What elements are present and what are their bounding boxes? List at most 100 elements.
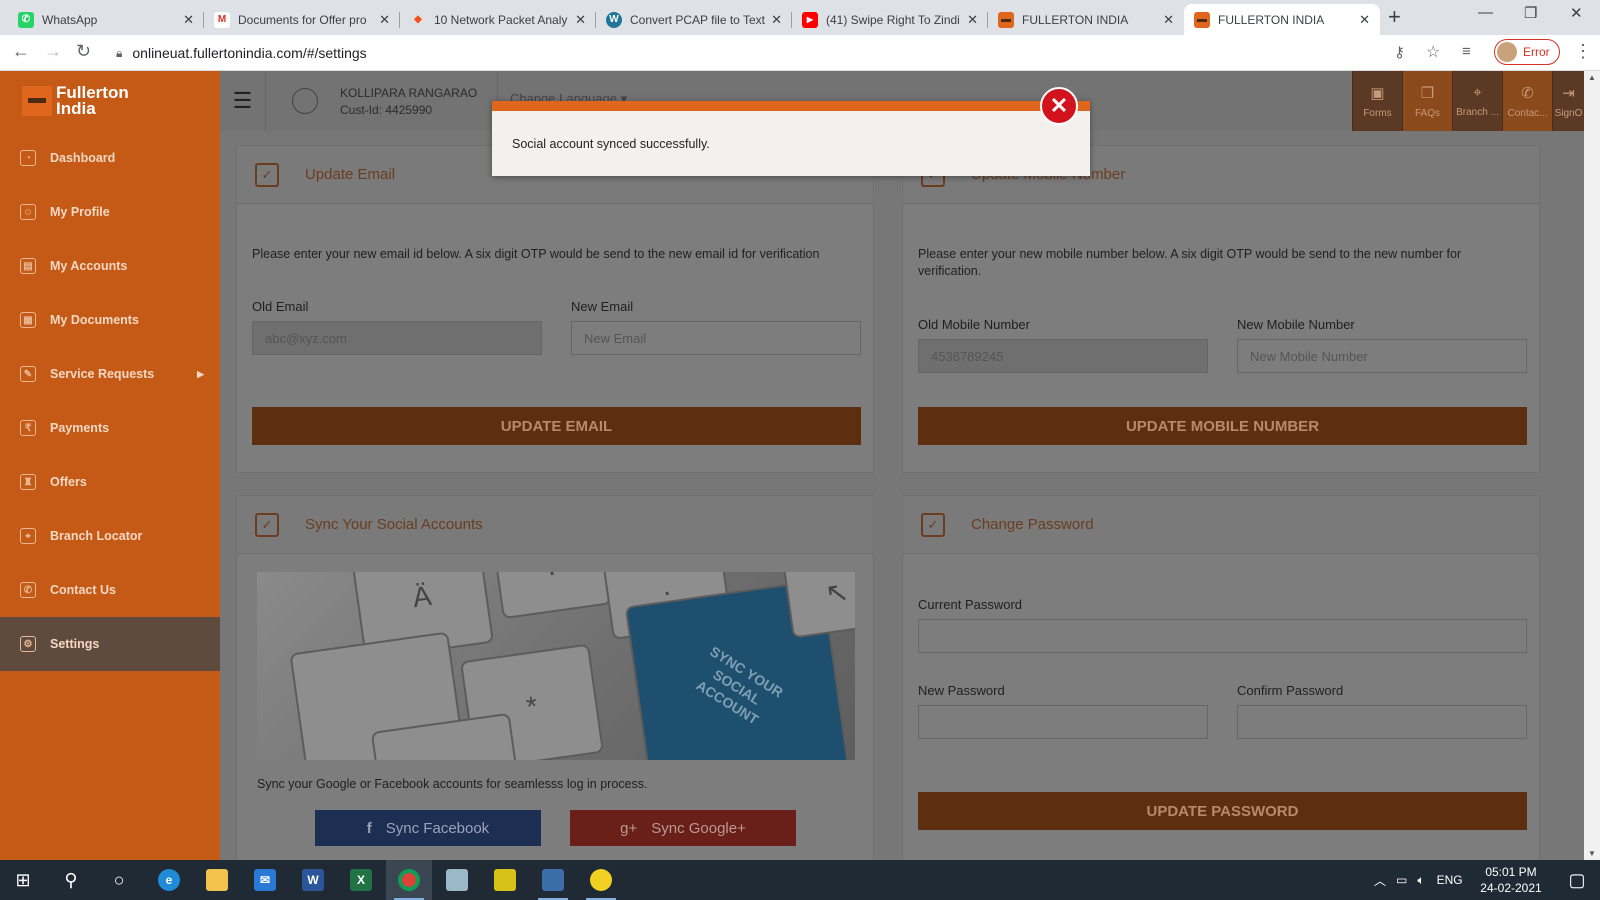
close-tab-icon[interactable]: ✕: [379, 12, 390, 28]
browser-tab[interactable]: ▶ (41) Swipe Right To Zindi ✕: [792, 4, 988, 35]
windows-start-icon[interactable]: ⊞: [0, 860, 46, 900]
browser-tab[interactable]: ▬ FULLERTON INDIA ✕: [988, 4, 1184, 35]
fullerton-favicon-icon: ▬: [1194, 11, 1210, 28]
taskbar-clock[interactable]: 05:01 PM 24-02-2021: [1476, 864, 1546, 896]
sidebar-item-service-requests[interactable]: ✎ Service Requests ▶: [0, 347, 220, 401]
close-window-icon[interactable]: ✕: [1570, 4, 1583, 22]
back-arrow-icon[interactable]: ←: [12, 41, 30, 62]
browser-tab[interactable]: ✆ WhatsApp ✕: [8, 4, 204, 35]
sidebar-item-my-documents[interactable]: ▦ My Documents: [0, 293, 220, 347]
scroll-down-icon[interactable]: ▼: [1588, 849, 1596, 858]
sidebar-item-offers[interactable]: ♜ Offers: [0, 455, 220, 509]
header-signout-link[interactable]: ⇥ SignO: [1552, 71, 1584, 131]
tab-title: Documents for Offer pro: [238, 12, 367, 27]
sidebar-item-label: Settings: [50, 637, 100, 651]
edge-icon[interactable]: e: [146, 860, 192, 900]
service-requests-icon: ✎: [20, 366, 36, 382]
sidebar-item-payments[interactable]: ₹ Payments: [0, 401, 220, 455]
sidebar-item-contact-us[interactable]: ✆ Contact Us: [0, 563, 220, 617]
phone-icon: ✆: [1521, 84, 1534, 102]
header-contact-link[interactable]: ✆ Contac...: [1502, 71, 1552, 131]
volume-icon[interactable]: 🔈︎: [1417, 873, 1424, 888]
user-avatar-icon: [292, 88, 318, 114]
browser-tab-active[interactable]: ▬ FULLERTON INDIA ✕: [1184, 4, 1380, 35]
browser-tab[interactable]: W Convert PCAP file to Text ✕: [596, 4, 792, 35]
update-mobile-button[interactable]: UPDATE MOBILE NUMBER: [918, 407, 1527, 445]
close-tab-icon[interactable]: ✕: [967, 12, 978, 28]
fullerton-logo[interactable]: Fullerton India: [0, 71, 220, 131]
key-icon[interactable]: ⚷: [1394, 43, 1405, 61]
search-icon[interactable]: ⚲: [48, 860, 94, 900]
sidebar-item-label: Service Requests: [50, 367, 155, 381]
browser-tab[interactable]: M Documents for Offer pro ✕: [204, 4, 400, 35]
input-language[interactable]: ENG: [1437, 873, 1463, 887]
modal-close-icon[interactable]: ✕: [1040, 87, 1078, 125]
social-description: Sync your Google or Facebook accounts fo…: [257, 777, 648, 791]
profile-button[interactable]: Error: [1494, 39, 1560, 65]
facebook-icon: f: [366, 819, 372, 837]
bookmark-star-icon[interactable]: ☆: [1426, 42, 1440, 62]
app-icon[interactable]: [434, 860, 480, 900]
file-explorer-icon[interactable]: [194, 860, 240, 900]
forward-arrow-icon[interactable]: →: [44, 41, 62, 62]
app-icon[interactable]: [530, 860, 576, 900]
update-mobile-card: ✓ Update Mobile Number Please enter your…: [902, 145, 1540, 473]
gift-icon: ♜: [20, 474, 36, 490]
sync-google-button[interactable]: g+ Sync Google+: [570, 810, 796, 846]
sync-key-text: SYNC YOUR SOCIAL ACCOUNT: [693, 642, 786, 728]
sidebar-item-label: Branch Locator: [50, 529, 143, 543]
new-password-field[interactable]: [918, 705, 1208, 739]
media-control-icon[interactable]: ≡: [1462, 43, 1471, 60]
current-password-field[interactable]: [918, 619, 1527, 653]
new-email-field[interactable]: New Email: [571, 321, 861, 355]
hamburger-menu-icon[interactable]: ☰: [220, 71, 266, 131]
browser-menu-icon[interactable]: ⋮: [1574, 41, 1592, 62]
close-tab-icon[interactable]: ✕: [575, 12, 586, 28]
header-branch-link[interactable]: ⌖ Branch ...: [1452, 71, 1502, 131]
restore-icon[interactable]: ❐: [1524, 4, 1537, 22]
reload-icon[interactable]: ↻: [76, 41, 91, 62]
update-password-button[interactable]: UPDATE PASSWORD: [918, 792, 1527, 830]
page-scrollbar[interactable]: ▲ ▼: [1584, 71, 1600, 860]
sidebar-item-settings[interactable]: ⚙ Settings: [0, 617, 220, 671]
sync-facebook-button[interactable]: f Sync Facebook: [315, 810, 541, 846]
close-tab-icon[interactable]: ✕: [1359, 12, 1370, 28]
scroll-up-icon[interactable]: ▲: [1588, 73, 1596, 82]
keyboard-banner-image: Ä · * - · SYNC YOUR SOCIAL ACCOUNT ↖: [257, 572, 855, 760]
profile-icon: ☺: [20, 204, 36, 220]
minimize-icon[interactable]: —: [1478, 4, 1493, 21]
close-tab-icon[interactable]: ✕: [1163, 12, 1174, 28]
task-view-icon[interactable]: ○: [96, 860, 142, 900]
sidebar-item-branch-locator[interactable]: ⌖ Branch Locator: [0, 509, 220, 563]
header-forms-link[interactable]: ▣ Forms: [1352, 71, 1402, 131]
customer-id: Cust-Id: 4425990: [340, 102, 433, 117]
confirm-password-field[interactable]: [1237, 705, 1527, 739]
app-icon[interactable]: [482, 860, 528, 900]
chevron-right-icon: ▶: [197, 368, 204, 379]
sidebar-item-dashboard[interactable]: ◔ Dashboard: [0, 131, 220, 185]
url-field[interactable]: 🔒︎ onlineuat.fullertonindia.com/#/settin…: [104, 39, 1444, 67]
accounts-icon: ▤: [20, 258, 36, 274]
checkbox-edit-icon: ✓: [921, 512, 945, 537]
close-tab-icon[interactable]: ✕: [183, 12, 194, 28]
sidebar-item-my-accounts[interactable]: ▤ My Accounts: [0, 239, 220, 293]
sidebar-item-my-profile[interactable]: ☺ My Profile: [0, 185, 220, 239]
chrome-icon[interactable]: [386, 860, 432, 900]
dashboard-icon: ◔: [20, 150, 36, 166]
url-text[interactable]: onlineuat.fullertonindia.com/#/settings: [132, 45, 366, 61]
fullerton-favicon-icon: ▬: [998, 11, 1014, 28]
mail-icon[interactable]: ✉: [242, 860, 288, 900]
update-email-button[interactable]: UPDATE EMAIL: [252, 407, 861, 445]
excel-icon[interactable]: X: [338, 860, 384, 900]
browser-tab[interactable]: ◆ 10 Network Packet Analy ✕: [400, 4, 596, 35]
notifications-icon[interactable]: ▢: [1554, 860, 1600, 900]
network-icon[interactable]: ▭: [1396, 873, 1407, 887]
new-mobile-field[interactable]: New Mobile Number: [1237, 339, 1527, 373]
header-faqs-link[interactable]: ❐ FAQs: [1402, 71, 1452, 131]
chevron-up-icon[interactable]: ︿: [1374, 872, 1386, 889]
word-icon[interactable]: W: [290, 860, 336, 900]
lock-icon[interactable]: 🔒︎: [116, 46, 122, 61]
new-tab-plus-icon[interactable]: +: [1388, 4, 1401, 30]
close-tab-icon[interactable]: ✕: [771, 12, 782, 28]
app-icon[interactable]: [578, 860, 624, 900]
